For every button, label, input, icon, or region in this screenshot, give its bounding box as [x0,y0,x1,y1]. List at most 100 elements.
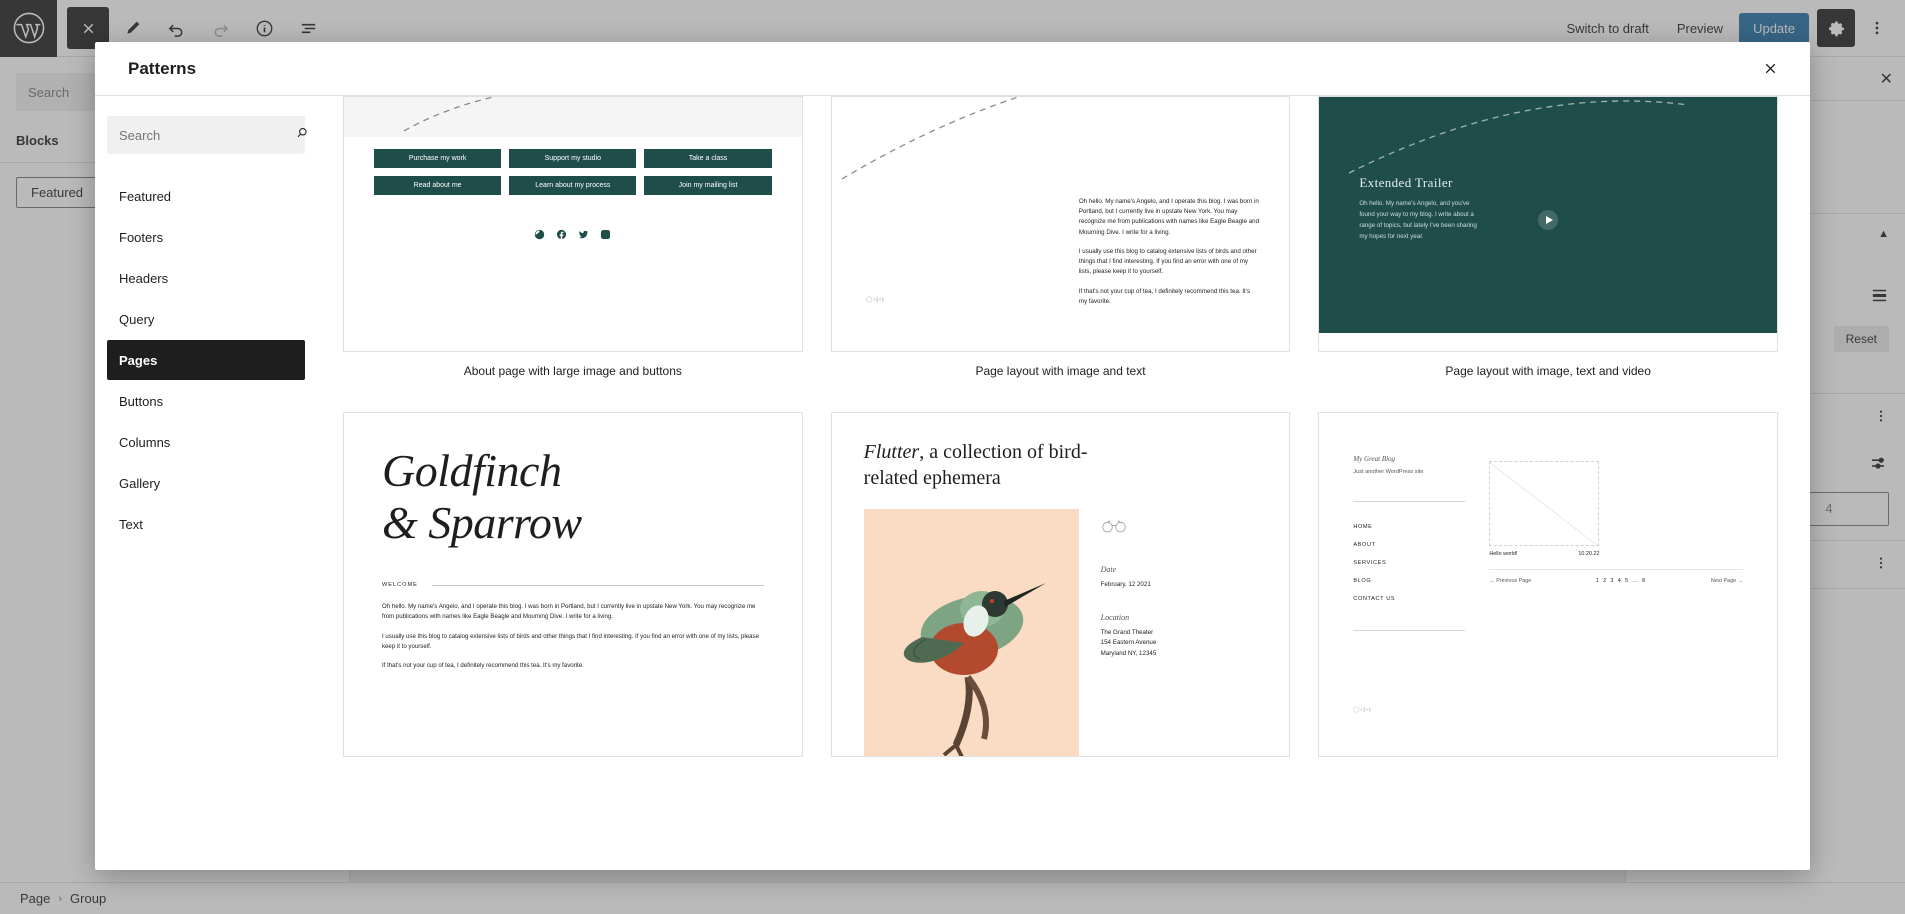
pattern-body: Oh hello. My name's Angelo, and I operat… [382,602,764,672]
pattern-card-image-text: Oh hello. My name's Angelo, and I operat… [830,96,1291,378]
sidebar-item-footers[interactable]: Footers [107,217,305,257]
pattern-title-line1: Goldfinch [382,445,562,496]
pattern-preview[interactable]: Purchase my work Support my studio Take … [343,96,803,352]
editor-root: Switch to draft Preview Update Search Bl… [0,0,1905,914]
site-mark-icon [865,291,888,309]
bird-photo [863,509,1079,756]
pattern-hero-image [344,97,802,137]
date-label: Date [1100,565,1117,574]
patterns-modal-header: Patterns [95,42,1810,96]
pattern-preview[interactable]: Flutter, a collection of bird-related ep… [830,412,1291,757]
blog-nav-item-about[interactable]: ABOUT [1353,542,1465,548]
location-label: Location [1100,612,1130,622]
blog-post-date: 10.20.22 [1578,551,1600,557]
pattern-text-column: Oh hello. My name's Angelo, and I operat… [1079,97,1290,351]
blog-pagination: ← Previous Page 1 2 3 4 5 … 8 Next Page … [1489,569,1743,584]
blog-post-title: Hello world! [1489,551,1518,557]
pattern-video-body: Oh hello. My name's Angelo, and you've f… [1359,200,1477,240]
pattern-button[interactable]: Read about me [374,176,502,195]
blog-brand: My Great Blog [1353,455,1396,463]
pattern-video-hero: Extended Trailer Oh hello. My name's Ang… [1319,97,1777,333]
pattern-grid: Purchase my work Support my studio Take … [317,96,1810,870]
blog-divider [1353,501,1466,502]
search-field-wrapper[interactable] [107,116,307,154]
welcome-label: WELCOME [382,582,418,589]
welcome-rule [431,584,764,586]
search-input[interactable] [119,127,295,143]
pattern-preview[interactable]: Oh hello. My name's Angelo, and I operat… [830,96,1291,352]
previous-page-link[interactable]: ← Previous Page [1489,578,1531,584]
pattern-button[interactable]: Join my mailing list [644,176,772,195]
pattern-title-emphasis: Flutter [863,441,920,463]
next-page-label: Next Page [1710,578,1737,584]
sidebar-item-gallery[interactable]: Gallery [107,463,305,503]
pattern-preview[interactable]: Extended Trailer Oh hello. My name's Ang… [1318,96,1778,352]
sidebar-item-headers[interactable]: Headers [107,258,305,298]
play-icon[interactable] [1538,209,1559,230]
close-icon[interactable] [1752,51,1788,87]
binoculars-icon [1101,519,1157,539]
pattern-card-about-buttons: Purchase my work Support my studio Take … [343,96,803,378]
pattern-paragraph: Oh hello. My name's Angelo, and I operat… [1078,198,1260,236]
arrow-right-icon: → [1737,578,1743,584]
blog-divider-bottom [1353,630,1466,631]
pattern-title-line2: & Sparrow [382,496,582,548]
blog-nav-item-blog[interactable]: BLOG [1353,578,1465,584]
twitter-icon[interactable] [578,227,589,245]
pattern-hero-image [832,97,1079,351]
sidebar-item-columns[interactable]: Columns [107,422,305,462]
sidebar-item-buttons[interactable]: Buttons [107,381,305,421]
pattern-paragraph: If that's not your cup of tea, I definit… [1078,287,1251,305]
patterns-sidebar: Featured Footers Headers Query Pages But… [95,96,317,870]
pattern-button[interactable]: Support my studio [509,149,637,168]
blog-nav-item-services[interactable]: SERVICES [1353,560,1465,566]
location-value: The Grand Theater 154 Eastern Avenue Mar… [1100,628,1157,657]
pattern-preview[interactable]: Goldfinch & Sparrow WELCOME Oh hello. My… [343,412,803,757]
previous-page-label: Previous Page [1496,578,1532,584]
wordpress-icon[interactable] [534,227,545,245]
sidebar-item-pages[interactable]: Pages [107,340,305,380]
sidebar-item-featured[interactable]: Featured [107,176,305,216]
pattern-paragraph: If that's not your cup of tea, I definit… [382,662,584,670]
blog-post-card[interactable]: Hello world! 10.20.22 [1489,461,1600,557]
blog-nav-item-home[interactable]: HOME [1353,524,1465,530]
pattern-button[interactable]: Take a class [644,149,772,168]
pattern-title: Flutter, a collection of bird-related ep… [864,439,1124,491]
welcome-row: WELCOME [382,582,764,588]
search-icon[interactable] [295,126,309,145]
blog-sidebar: My Great Blog Just another WordPress sit… [1353,455,1466,714]
page-numbers[interactable]: 1 2 3 4 5 … 8 [1596,578,1647,584]
pattern-card-goldfinch: Goldfinch & Sparrow WELCOME Oh hello. My… [343,412,803,757]
event-meta: Date February, 12 2021 Location The Gran… [1100,509,1157,756]
blog-post-thumbnail [1489,461,1600,546]
pattern-paragraph: Oh hello. My name's Angelo, and I operat… [382,603,756,621]
arrow-left-icon: ← [1489,578,1495,584]
pattern-paragraph: I usually use this blog to catalog exten… [1078,247,1257,276]
social-links [374,227,772,245]
site-mark-icon [1353,701,1465,719]
pattern-category-list: Featured Footers Headers Query Pages But… [107,176,305,544]
instagram-icon[interactable] [600,227,611,245]
sidebar-item-query[interactable]: Query [107,299,305,339]
next-page-link[interactable]: Next Page → [1711,578,1743,584]
facebook-icon[interactable] [556,227,567,245]
sidebar-item-text[interactable]: Text [107,504,305,544]
blog-tagline: Just another WordPress site [1353,469,1424,475]
pattern-video-title: Extended Trailer [1359,175,1453,190]
patterns-modal-body: Featured Footers Headers Query Pages But… [95,96,1810,870]
pattern-button[interactable]: Purchase my work [374,149,502,168]
blog-nav: HOME ABOUT SERVICES BLOG CONTACT US [1353,524,1465,602]
pattern-button[interactable]: Learn about my process [509,176,637,195]
pattern-caption: Page layout with image, text and video [1445,364,1651,378]
page-title: Patterns [128,58,197,78]
patterns-modal: Patterns Featured Footers [95,42,1810,870]
blog-main: Hello world! 10.20.22 ← Previous Page 1 … [1489,455,1743,714]
pattern-preview[interactable]: My Great Blog Just another WordPress sit… [1318,412,1778,757]
blog-nav-item-contact-us[interactable]: CONTACT US [1353,596,1465,602]
pattern-paragraph: I usually use this blog to catalog exten… [382,632,759,651]
pattern-button-grid: Purchase my work Support my studio Take … [374,149,772,195]
blog-post-meta: Hello world! 10.20.22 [1489,551,1599,557]
pattern-columns: Date February, 12 2021 Location The Gran… [863,509,1290,756]
pattern-card-flutter: Flutter, a collection of bird-related ep… [830,412,1291,757]
pattern-caption: Page layout with image and text [975,364,1146,378]
